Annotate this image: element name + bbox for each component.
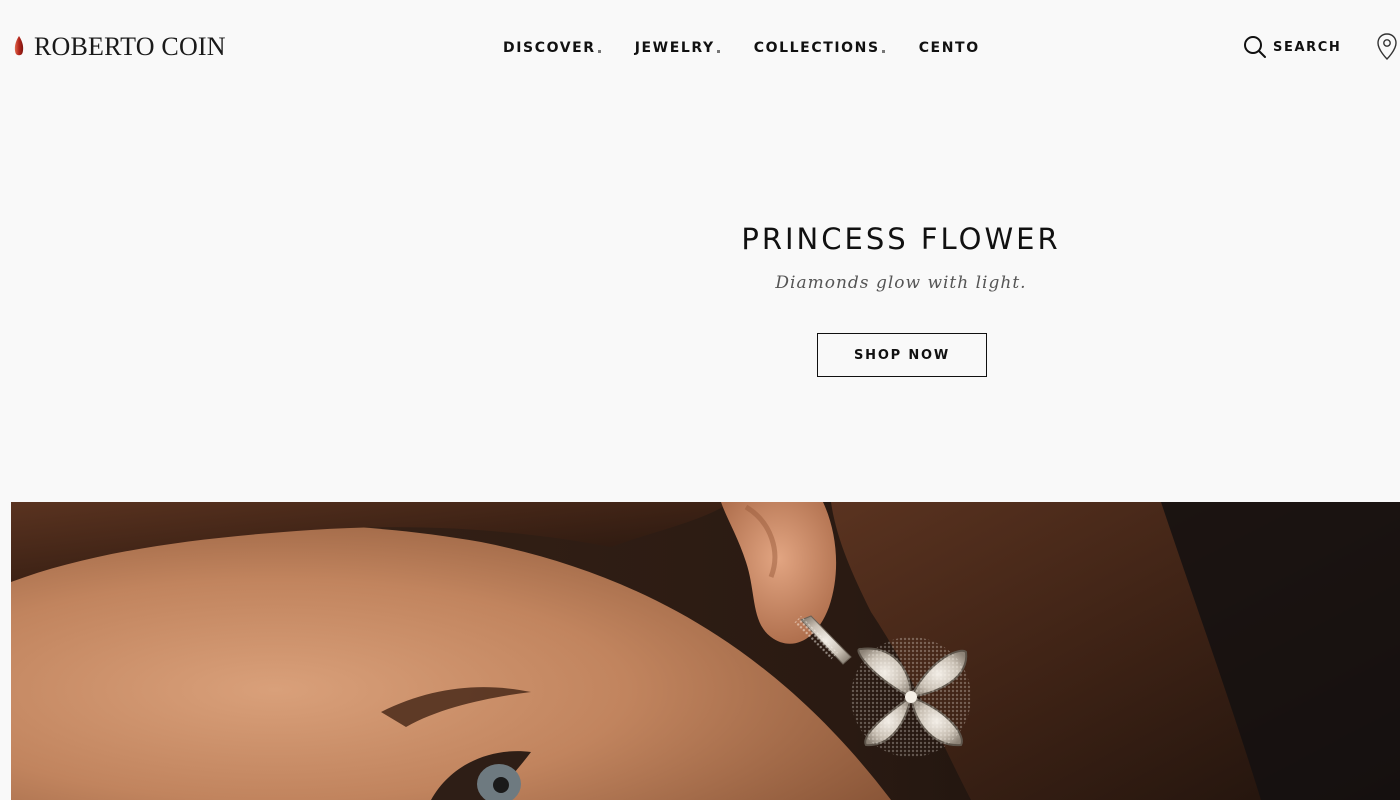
nav-item-label: JEWELRY [634, 40, 715, 56]
hero-title: PRINCESS FLOWER [741, 222, 1061, 256]
main-nav: DISCOVER JEWELRY COLLECTIONS CENTO [503, 38, 980, 58]
search-label: SEARCH [1273, 39, 1342, 55]
hero-image [11, 502, 1400, 800]
site-header: ROBERTO COIN DISCOVER JEWELRY COLLECTION… [0, 0, 1400, 95]
brand-name: ROBERTO COIN [34, 32, 226, 61]
dropdown-indicator-icon [716, 49, 720, 53]
search-button[interactable]: SEARCH [1243, 35, 1341, 59]
flower-earring [851, 637, 971, 757]
nav-item-jewelry[interactable]: JEWELRY [635, 40, 720, 56]
hero-subtitle: Diamonds glow with light. [775, 273, 1027, 293]
nav-item-discover[interactable]: DISCOVER [503, 40, 601, 56]
brand-logo[interactable]: ROBERTO COIN [14, 31, 226, 63]
search-icon [1244, 36, 1266, 58]
shop-now-button[interactable]: SHOP NOW [817, 333, 987, 377]
dropdown-indicator-icon [881, 49, 885, 53]
nav-item-label: CENTO [918, 40, 980, 56]
nav-item-label: DISCOVER [503, 40, 596, 56]
location-pin-icon[interactable] [1376, 33, 1398, 61]
dropdown-indicator-icon [597, 49, 601, 53]
logo-drop-icon [14, 36, 24, 56]
nav-item-cento[interactable]: CENTO [919, 40, 980, 56]
nav-item-label: COLLECTIONS [753, 40, 880, 56]
model-earring-photo [11, 502, 1400, 800]
nav-item-collections[interactable]: COLLECTIONS [754, 40, 885, 56]
